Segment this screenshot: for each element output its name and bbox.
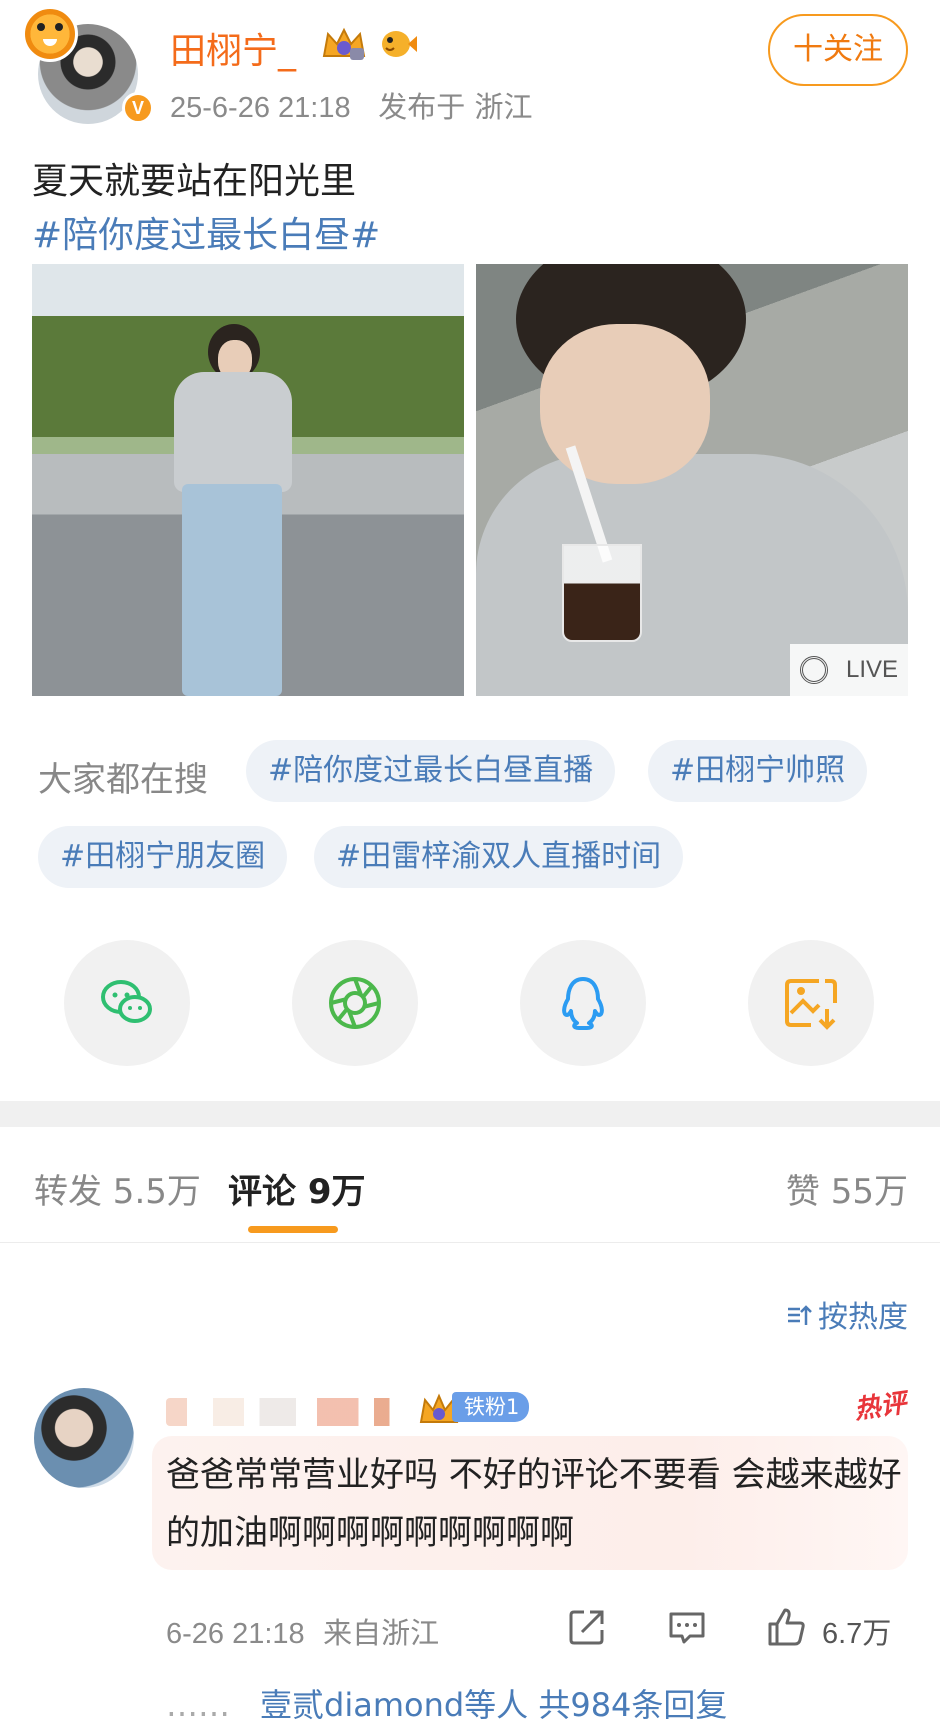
figure-jeans — [182, 484, 282, 696]
sort-icon — [786, 1300, 812, 1335]
sort-by-hot-button[interactable]: 按热度 — [786, 1292, 908, 1336]
tab-repost[interactable]: 转发 5.5万 — [34, 1164, 201, 1213]
share-moments-button[interactable] — [292, 940, 418, 1066]
author-name[interactable]: 田栩宁_ — [170, 22, 296, 74]
post-image-2[interactable]: LIVE — [476, 264, 908, 696]
qq-icon — [562, 977, 604, 1030]
author-avatar[interactable]: V — [22, 6, 154, 124]
view-replies-link[interactable]: …… 壹贰diamond等人 共984条回复 — [166, 1680, 727, 1726]
section-divider — [0, 1101, 940, 1127]
reply-icon[interactable] — [666, 1606, 708, 1648]
iced-coffee-cup — [562, 544, 642, 642]
save-image-icon — [785, 979, 837, 1030]
live-label: LIVE — [845, 656, 898, 683]
verified-icon: V — [122, 92, 154, 124]
post-hashtag[interactable]: #陪你度过最长白昼# — [32, 206, 380, 258]
moments-icon — [329, 977, 381, 1029]
share-wechat-button[interactable] — [64, 940, 190, 1066]
search-chip[interactable]: #田栩宁帅照 — [648, 740, 868, 802]
follow-button[interactable]: 十关注 — [768, 14, 908, 86]
commenter-avatar[interactable] — [34, 1388, 134, 1488]
post-location: 发布于 浙江 — [378, 90, 533, 124]
figure-face — [540, 324, 710, 484]
reply-dots: …… — [166, 1686, 230, 1724]
share-icon[interactable] — [566, 1606, 608, 1648]
tab-divider — [0, 1242, 940, 1243]
comment-time: 6-26 21:18 — [166, 1618, 305, 1650]
search-chip[interactable]: #陪你度过最长白昼直播 — [246, 740, 616, 802]
live-icon — [800, 656, 828, 684]
post-time: 25-6-26 21:18 — [170, 92, 351, 124]
figure-shirt — [174, 372, 292, 492]
post-text: 夏天就要站在阳光里 — [32, 161, 357, 202]
trending-search-label: 大家都在搜 — [38, 760, 208, 800]
crown-level-icon — [322, 27, 366, 60]
post-meta: 25-6-26 21:18 发布于 浙江 — [170, 84, 532, 126]
search-chip[interactable]: #田雷梓渝双人直播时间 — [314, 826, 684, 888]
like-count: 6.7万 — [822, 1618, 892, 1650]
active-tab-indicator — [248, 1226, 338, 1233]
comment-meta: 6-26 21:18 来自浙江 — [166, 1610, 439, 1652]
like-icon[interactable] — [766, 1606, 808, 1648]
wechat-icon — [101, 980, 152, 1023]
commenter-name-blurred[interactable] — [166, 1398, 426, 1426]
comment-location: 来自浙江 — [323, 1616, 440, 1650]
sort-label: 按热度 — [818, 1300, 908, 1335]
comment-text: 爸爸常常营业好吗 不好的评论不要看 会越来越好的加油啊啊啊啊啊啊啊啊啊 — [166, 1455, 902, 1553]
share-qq-button[interactable] — [520, 940, 646, 1066]
reply-summary: 壹贰diamond等人 共984条回复 — [260, 1686, 728, 1724]
tab-comment[interactable]: 评论 9万 — [228, 1164, 366, 1213]
save-image-button[interactable] — [748, 940, 874, 1066]
hot-comment-badge: 热评 — [852, 1388, 909, 1426]
post-header: V 田栩宁_ 25-6-26 21:18 发布于 浙江 十关注 — [0, 0, 940, 140]
pufferfish-icon — [382, 31, 417, 57]
tiger-pendant-icon — [22, 6, 78, 62]
search-chip[interactable]: #田栩宁朋友圈 — [38, 826, 288, 888]
post-image-1[interactable] — [32, 264, 464, 696]
live-photo-badge[interactable]: LIVE — [790, 644, 908, 696]
tab-like[interactable]: 赞 55万 — [786, 1164, 908, 1213]
fan-level-badge: 铁粉1 — [452, 1392, 530, 1422]
